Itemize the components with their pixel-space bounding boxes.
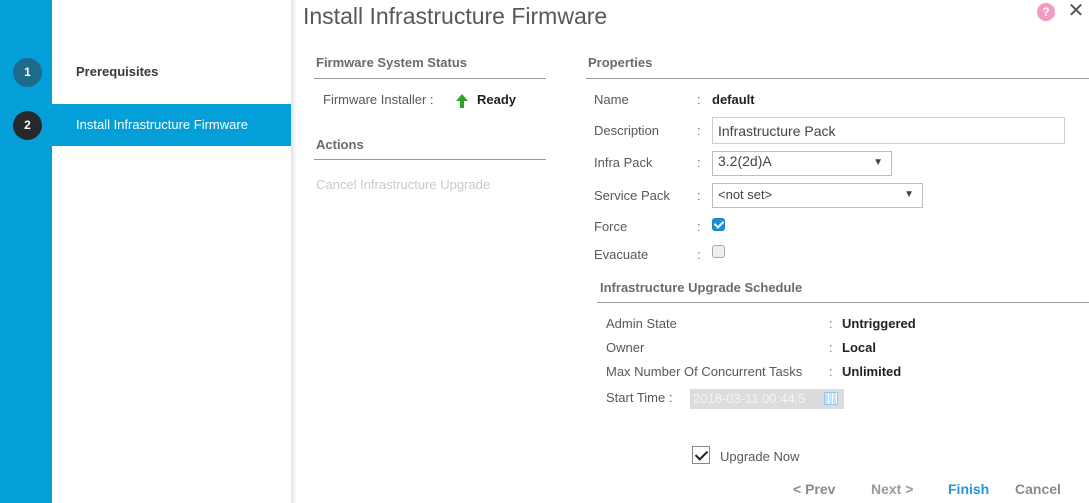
- calendar-icon[interactable]: [824, 392, 838, 405]
- firmware-installer-status: Ready: [477, 92, 517, 107]
- description-label: Description: [594, 123, 660, 138]
- colon-separator: :: [697, 123, 701, 138]
- prev-button[interactable]: < Prev: [793, 481, 835, 497]
- properties-heading: Properties: [588, 55, 653, 70]
- upgrade-now-checkbox[interactable]: [692, 446, 710, 464]
- step-number-badge: 1: [13, 58, 42, 87]
- force-label: Force: [594, 219, 628, 234]
- colon-separator: :: [829, 364, 833, 379]
- colon-separator: :: [829, 316, 833, 331]
- name-label: Name: [594, 92, 629, 107]
- dropdown-arrow-icon: ▼: [873, 157, 883, 168]
- owner-label: Owner: [606, 340, 645, 355]
- max-concurrent-tasks-label: Max Number Of Concurrent Tasks: [606, 364, 803, 379]
- service-pack-select[interactable]: <not set> ▼: [712, 183, 923, 208]
- admin-state-label: Admin State: [606, 316, 677, 331]
- infra-pack-select[interactable]: 3.2(2d)A ▼: [712, 151, 892, 176]
- start-time-value: 2018-03-11 00:44:5: [693, 391, 806, 406]
- install-firmware-dialog: Prerequisites Install Infrastructure Fir…: [0, 0, 1089, 503]
- wizard-step-label: Install Infrastructure Firmware: [76, 117, 248, 132]
- close-icon[interactable]: ✕: [1066, 0, 1086, 22]
- colon-separator: :: [697, 188, 701, 203]
- service-pack-label: Service Pack: [594, 188, 670, 203]
- up-arrow-icon: [456, 94, 468, 108]
- section-divider: [314, 78, 546, 79]
- actions-heading: Actions: [316, 137, 364, 152]
- wizard-step-label: Prerequisites: [76, 64, 159, 79]
- owner-value: Local: [842, 340, 876, 355]
- section-divider: [586, 78, 1089, 79]
- service-pack-selected-value: <not set>: [718, 187, 773, 202]
- start-time-input[interactable]: 2018-03-11 00:44:5: [690, 389, 844, 409]
- cancel-button[interactable]: Cancel: [1015, 481, 1061, 497]
- cancel-infrastructure-upgrade-link[interactable]: Cancel Infrastructure Upgrade: [316, 177, 490, 192]
- colon-separator: :: [697, 155, 701, 170]
- colon-separator: :: [697, 92, 701, 107]
- wizard-steps: Prerequisites Install Infrastructure Fir…: [52, 0, 291, 503]
- firmware-installer-label: Firmware Installer :: [323, 92, 434, 107]
- dialog-title: Install Infrastructure Firmware: [303, 3, 608, 29]
- section-divider: [597, 302, 1089, 303]
- next-button[interactable]: Next >: [871, 481, 913, 497]
- step-number-badge-active: 2: [13, 111, 42, 140]
- force-checkbox[interactable]: [712, 218, 725, 231]
- finish-button[interactable]: Finish: [948, 481, 989, 497]
- section-divider: [314, 159, 546, 160]
- evacuate-checkbox[interactable]: [712, 245, 725, 258]
- colon-separator: :: [697, 219, 701, 234]
- wizard-step-install-infrastructure-firmware[interactable]: Install Infrastructure Firmware: [52, 104, 291, 146]
- max-concurrent-tasks-value: Unlimited: [842, 364, 902, 379]
- upgrade-schedule-heading: Infrastructure Upgrade Schedule: [600, 280, 803, 295]
- dropdown-arrow-icon: ▼: [904, 189, 914, 200]
- infra-pack-selected-value: 3.2(2d)A: [718, 153, 772, 169]
- firmware-status-heading: Firmware System Status: [316, 55, 468, 70]
- help-icon[interactable]: ?: [1037, 3, 1055, 21]
- panel-divider: [291, 0, 297, 503]
- start-time-label: Start Time :: [606, 390, 673, 405]
- infra-pack-label: Infra Pack: [594, 155, 653, 170]
- colon-separator: :: [829, 340, 833, 355]
- colon-separator: :: [697, 247, 701, 262]
- admin-state-value: Untriggered: [842, 316, 916, 331]
- wizard-step-prerequisites[interactable]: Prerequisites: [52, 51, 291, 93]
- name-value: default: [712, 92, 755, 107]
- upgrade-now-label: Upgrade Now: [720, 449, 800, 464]
- description-input[interactable]: [712, 117, 1065, 144]
- evacuate-label: Evacuate: [594, 247, 649, 262]
